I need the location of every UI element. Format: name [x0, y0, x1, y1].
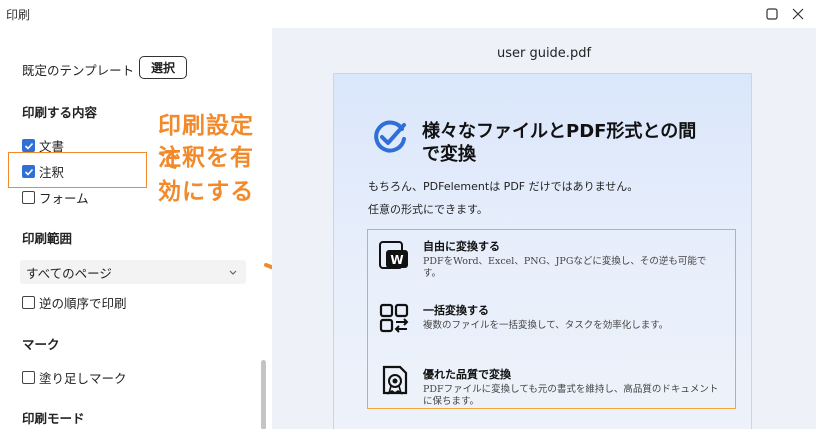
preview-file-name: user guide.pdf — [496, 46, 592, 61]
checkbox-unchecked-icon[interactable] — [22, 296, 35, 309]
checkbox-unchecked-icon[interactable] — [22, 191, 35, 204]
template-label: 既定のテンプレート — [22, 63, 135, 78]
preview-heading-line1: 様々なファイルとPDF形式との間 — [422, 121, 697, 142]
print-content-heading: 印刷する内容 — [22, 105, 98, 120]
checkbox-annotations-label: 注釈 — [39, 165, 65, 180]
print-mode-heading: 印刷モード — [22, 411, 85, 426]
print-preview-panel: user guide.pdf 様々なファイルとPDF形式との間 で変換 もちろん… — [272, 28, 816, 429]
checkbox-bleed-marks-label: 塗り足しマーク — [39, 371, 127, 386]
preview-paragraph-2: 任意の形式にできます。 — [368, 203, 488, 216]
feature-description: PDFファイルに変換しても元の書式を維持し、高品質のドキュメントに保ちます。 — [423, 384, 719, 407]
preview-page: 様々なファイルとPDF形式との間 で変換 もちろん、PDFelementは PD… — [333, 73, 752, 429]
window-title: 印刷 — [6, 8, 31, 22]
settings-panel: 既定のテンプレート 選択 印刷する内容 文書 注釈 フォーム 印刷設定で 注釈を… — [0, 28, 270, 429]
checkbox-forms-label: フォーム — [39, 191, 89, 206]
checkbox-annotations[interactable]: 注釈 — [22, 162, 64, 181]
checkbox-bleed-marks[interactable]: 塗り足しマーク — [22, 368, 127, 387]
preview-heading: 様々なファイルとPDF形式との間 で変換 — [422, 120, 722, 166]
checkbox-forms[interactable]: フォーム — [22, 188, 89, 207]
settings-scrollbar[interactable] — [261, 360, 266, 429]
title-bar: 印刷 — [0, 0, 816, 28]
feature-title: 優れた品質で変換 — [423, 368, 511, 381]
feature-list-box: W 自由に変換する PDFをWord、Excel、PNG、JPGなどに変換し、そ… — [367, 229, 736, 409]
checkbox-checked-icon[interactable] — [22, 139, 35, 152]
preview-paragraph-1: もちろん、PDFelementは PDF だけではありません。 — [368, 180, 639, 193]
chevron-down-icon — [228, 265, 238, 280]
feature-description: 複数のファイルを一括変換して、タスクを効率化します。 — [423, 320, 669, 331]
check-circle-icon — [374, 120, 406, 153]
svg-text:W: W — [390, 253, 403, 267]
feature-title: 一括変換する — [423, 304, 489, 317]
batch-icon — [379, 303, 409, 333]
close-icon[interactable] — [788, 4, 808, 24]
print-range-selected: すべてのページ — [26, 265, 112, 281]
checkbox-checked-icon[interactable] — [22, 165, 35, 178]
maximize-icon[interactable] — [762, 4, 782, 24]
marks-heading: マーク — [22, 337, 60, 352]
print-range-heading: 印刷範囲 — [22, 231, 73, 246]
annotation-text-line2: 注釈を有効にする — [158, 145, 255, 205]
feature-title: 自由に変換する — [423, 240, 500, 253]
preview-heading-line2: で変換 — [422, 144, 476, 165]
checkbox-reverse-order[interactable]: 逆の順序で印刷 — [22, 293, 127, 312]
checkbox-unchecked-icon[interactable] — [22, 371, 35, 384]
checkbox-reverse-order-label: 逆の順序で印刷 — [39, 296, 127, 311]
feature-description: PDFをWord、Excel、PNG、JPGなどに変換し、その逆も可能です。 — [423, 256, 707, 279]
word-icon: W — [379, 241, 408, 269]
quality-badge-icon — [382, 365, 408, 395]
select-template-button[interactable]: 選択 — [139, 56, 187, 79]
print-range-dropdown[interactable]: すべてのページ — [20, 260, 246, 284]
